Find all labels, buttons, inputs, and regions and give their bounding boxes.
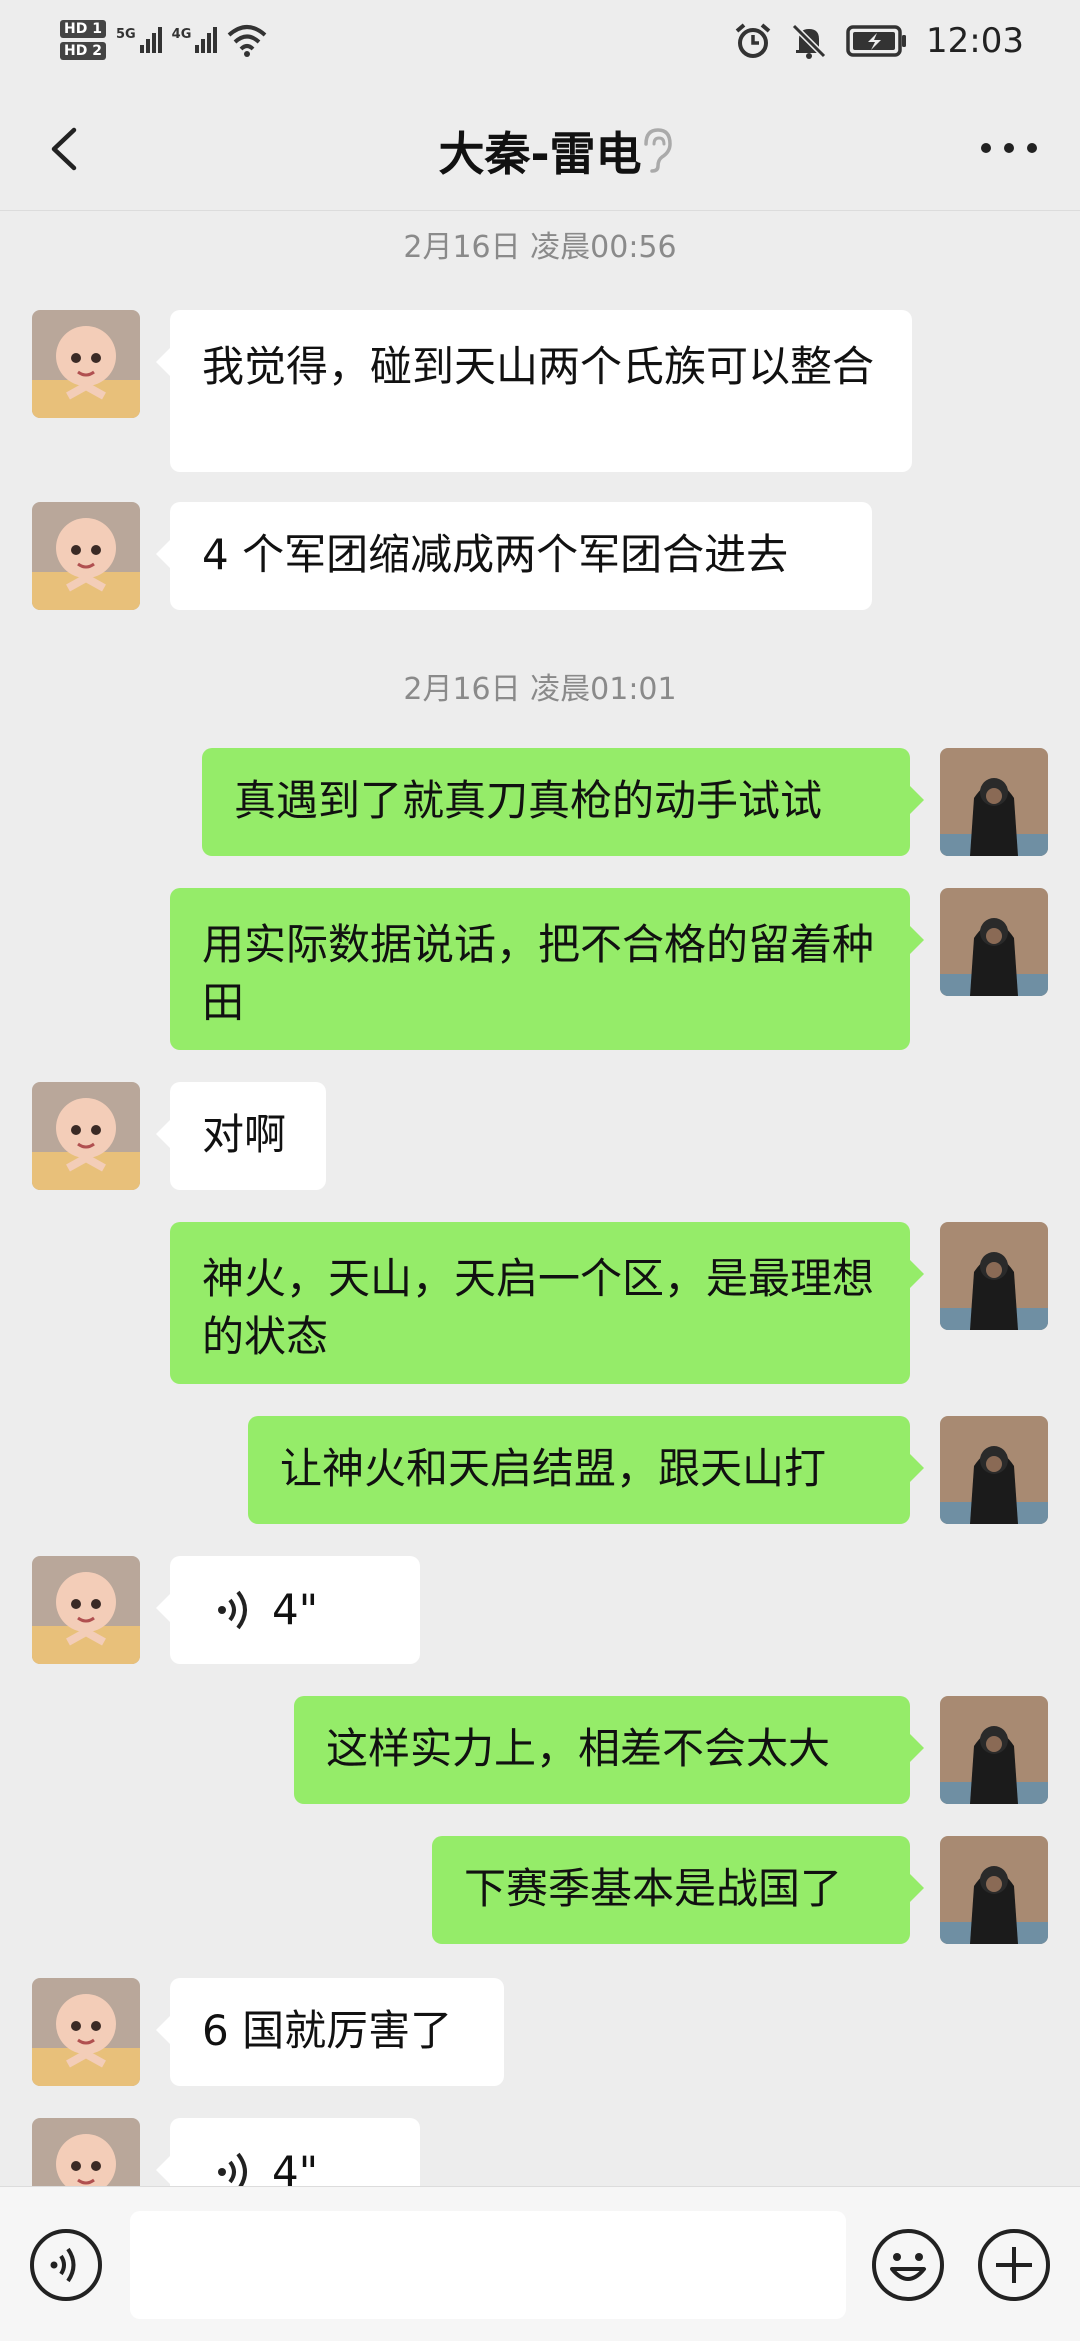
message-list[interactable]: 2月16日 凌晨00:56 我觉得，碰到天山两个氏族可以整合 4 个军团缩减成两… bbox=[0, 212, 1080, 2186]
my-avatar[interactable] bbox=[940, 1416, 1048, 1524]
message-bubble-incoming[interactable]: 4 个军团缩减成两个军团合进去 bbox=[156, 502, 872, 610]
plus-icon[interactable] bbox=[976, 2227, 1052, 2303]
message-bubble-outgoing[interactable]: 用实际数据说话，把不合格的留着种田 bbox=[170, 888, 924, 1050]
status-bar-left: HD 1 HD 2 5G 4G bbox=[60, 10, 267, 70]
message-bubble-outgoing[interactable]: 神火，天山，天启一个区，是最理想的状态 bbox=[170, 1222, 924, 1384]
timestamp: 2月16日 凌晨00:56 bbox=[403, 230, 677, 265]
alarm-icon bbox=[735, 23, 771, 58]
contact-avatar[interactable] bbox=[32, 1978, 140, 2086]
chat-title: 大秦-雷电 bbox=[438, 127, 642, 181]
status-bar-right: 12:03 bbox=[734, 18, 1024, 64]
voice-input-icon[interactable] bbox=[28, 2227, 104, 2303]
message-bubble-outgoing[interactable]: 这样实力上，相差不会太大 bbox=[294, 1696, 924, 1804]
contact-avatar[interactable] bbox=[32, 1082, 140, 1190]
contact-avatar[interactable] bbox=[32, 310, 140, 418]
message-bubble-outgoing[interactable]: 真遇到了就真刀真枪的动手试试 bbox=[202, 748, 924, 856]
sim2-badge: HD 2 bbox=[60, 42, 106, 60]
voice-wave-icon bbox=[218, 1590, 247, 1630]
voice-message-bubble[interactable]: 4" bbox=[156, 1556, 420, 1664]
voice-message-bubble[interactable]: 4" bbox=[156, 2118, 420, 2186]
voice-duration: 4" bbox=[272, 2147, 319, 2186]
emoji-icon[interactable] bbox=[870, 2227, 946, 2303]
mute-bell-icon bbox=[791, 23, 827, 59]
timestamp: 2月16日 凌晨01:01 bbox=[403, 672, 677, 707]
battery-charging-icon bbox=[846, 25, 907, 57]
more-options-icon[interactable] bbox=[974, 128, 1044, 168]
my-avatar[interactable] bbox=[940, 1222, 1048, 1330]
message-bubble-outgoing[interactable]: 让神火和天启结盟，跟天山打 bbox=[248, 1416, 924, 1524]
input-bar bbox=[0, 2186, 1080, 2341]
clock: 12:03 bbox=[926, 21, 1024, 61]
sim1-badge: HD 1 bbox=[60, 20, 106, 38]
message-bubble-outgoing[interactable]: 下赛季基本是战国了 bbox=[432, 1836, 924, 1944]
message-bubble-incoming[interactable]: 我觉得，碰到天山两个氏族可以整合 bbox=[156, 310, 912, 472]
contact-avatar[interactable] bbox=[32, 2118, 140, 2186]
message-input[interactable] bbox=[130, 2211, 846, 2319]
my-avatar[interactable] bbox=[940, 888, 1048, 996]
my-avatar[interactable] bbox=[940, 1696, 1048, 1804]
my-avatar[interactable] bbox=[940, 1836, 1048, 1944]
header-divider bbox=[0, 210, 1080, 211]
wifi-icon bbox=[228, 25, 267, 57]
voice-wave-icon bbox=[218, 2152, 247, 2186]
my-avatar[interactable] bbox=[940, 748, 1048, 856]
signal-4g-icon: 4G bbox=[172, 27, 218, 53]
contact-avatar[interactable] bbox=[32, 502, 140, 610]
contact-avatar[interactable] bbox=[32, 1556, 140, 1664]
earpiece-mode-icon bbox=[644, 128, 672, 173]
status-bar: HD 1 HD 2 5G 4G 12:03 bbox=[0, 0, 1080, 84]
signal-5g-icon: 5G bbox=[116, 27, 162, 53]
message-bubble-incoming[interactable]: 6 国就厉害了 bbox=[156, 1978, 504, 2086]
message-bubble-incoming[interactable]: 对啊 bbox=[156, 1082, 326, 1190]
voice-duration: 4" bbox=[272, 1585, 319, 1634]
chat-header: 大秦-雷电 bbox=[0, 84, 1080, 212]
